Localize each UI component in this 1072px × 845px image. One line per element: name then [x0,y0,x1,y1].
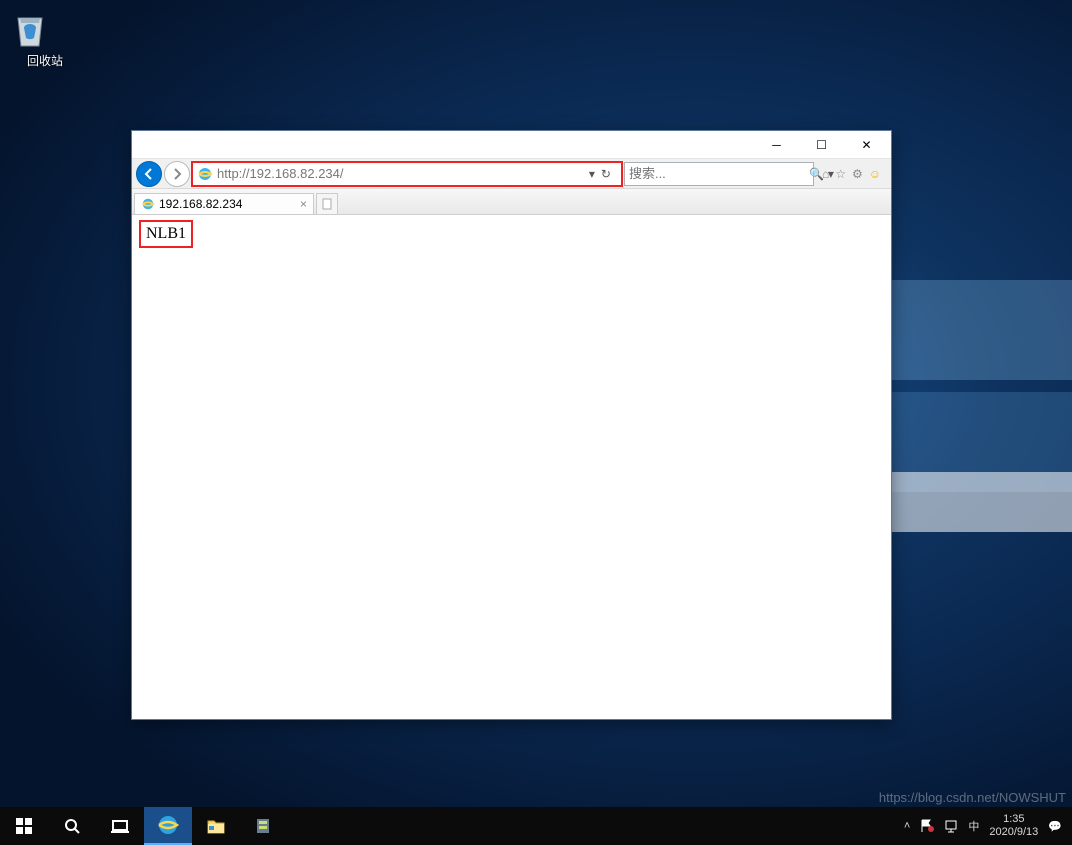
tray-flag-icon[interactable] [920,819,934,833]
arrow-right-icon [170,167,184,181]
folder-icon [206,816,226,836]
address-bar-row: ▾ ↻ 🔍 ▾ ⌂ ☆ ⚙ ☺ [132,159,891,189]
address-input[interactable] [217,166,583,181]
search-button[interactable] [48,807,96,845]
watermark-text: https://blog.csdn.net/NOWSHUT [879,790,1066,805]
server-icon [254,816,274,836]
close-button[interactable]: ✕ [844,132,889,158]
blank-page-icon [321,198,333,210]
tab-close-icon[interactable]: × [300,197,307,211]
recycle-bin-icon[interactable]: 回收站 [10,10,80,69]
taskbar: ˄ 中 1:35 2020/9/13 💬 [0,807,1072,845]
taskbar-server-manager-button[interactable] [240,807,288,845]
ie-window: ─ ☐ ✕ ▾ ↻ 🔍 ▾ [131,130,892,720]
new-tab-button[interactable] [316,193,338,215]
address-dropdown-icon[interactable]: ▾ [589,167,595,181]
trash-icon [10,10,50,50]
task-view-icon [111,817,129,835]
start-button[interactable] [0,807,48,845]
tray-time: 1:35 [989,813,1038,826]
home-icon[interactable]: ⌂ [822,167,829,181]
address-box[interactable]: ▾ ↻ [192,162,622,186]
tab-row: 192.168.82.234 × [132,189,891,215]
tray-date: 2020/9/13 [989,826,1038,839]
taskbar-explorer-button[interactable] [192,807,240,845]
refresh-icon[interactable]: ↻ [601,167,611,181]
recycle-bin-label: 回收站 [10,52,80,69]
ie-icon [141,197,155,211]
ie-icon [157,814,179,836]
favorites-icon[interactable]: ☆ [835,167,846,181]
minimize-button[interactable]: ─ [754,132,799,158]
ime-indicator[interactable]: 中 [968,818,979,834]
search-box[interactable]: 🔍 ▾ [624,162,814,186]
arrow-left-icon [142,167,156,181]
tray-network-icon[interactable] [944,819,958,833]
taskbar-left [0,807,288,845]
forward-button[interactable] [164,161,190,187]
page-content: NLB1 [132,215,891,719]
tray-clock[interactable]: 1:35 2020/9/13 [989,813,1038,839]
address-tools: ▾ ↻ [583,167,617,181]
back-button[interactable] [136,161,162,187]
windows-icon [16,818,32,834]
system-tray: ˄ 中 1:35 2020/9/13 💬 [894,807,1072,845]
maximize-button[interactable]: ☐ [799,132,844,158]
ie-icon [197,166,213,182]
tab-title: 192.168.82.234 [159,197,242,211]
browser-tab[interactable]: 192.168.82.234 × [134,193,314,215]
page-body-text: NLB1 [144,225,188,243]
action-center-icon[interactable]: 💬 [1048,820,1062,833]
toolbar-icons: ⌂ ☆ ⚙ ☺ [816,167,887,181]
taskbar-ie-button[interactable] [144,807,192,845]
smile-icon[interactable]: ☺ [869,167,881,181]
titlebar: ─ ☐ ✕ [132,131,891,159]
tray-chevron-icon[interactable]: ˄ [904,820,910,832]
search-icon [63,817,81,835]
search-input[interactable] [629,166,805,181]
gear-icon[interactable]: ⚙ [852,167,863,181]
task-view-button[interactable] [96,807,144,845]
